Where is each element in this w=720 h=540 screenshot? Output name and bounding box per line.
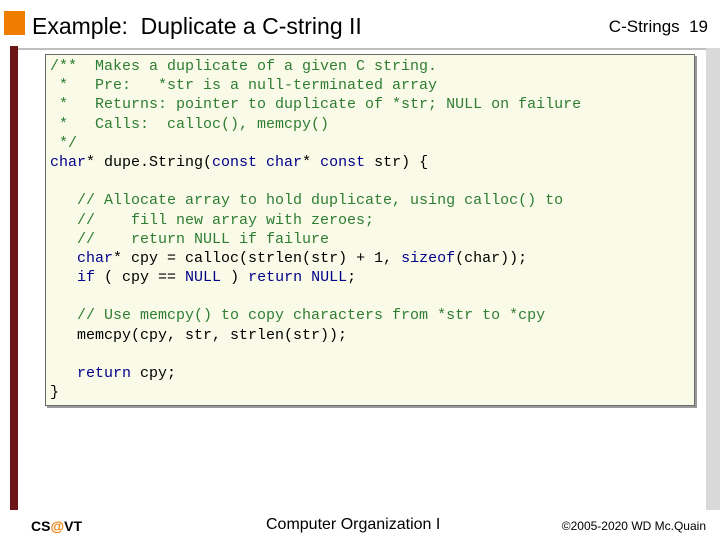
- code-token: /** Makes a duplicate of a given C strin…: [50, 58, 438, 75]
- code-listing: /** Makes a duplicate of a given C strin…: [50, 57, 581, 402]
- footer-logo-vt: VT: [64, 518, 82, 534]
- code-token: // return NULL if failure: [50, 230, 330, 248]
- code-listing-box: /** Makes a duplicate of a given C strin…: [45, 54, 695, 406]
- code-token: ( cpy ==: [95, 269, 186, 287]
- code-token: return NULL: [248, 269, 348, 287]
- code-token: * cpy = calloc(strlen(str) + 1,: [113, 249, 402, 267]
- code-token: ): [221, 269, 249, 287]
- code-token: // Allocate array to hold duplicate, usi…: [50, 192, 564, 210]
- header-divider: [18, 48, 706, 50]
- code-line: // fill new array with zeroes;: [50, 211, 581, 230]
- code-token: */: [50, 134, 78, 152]
- code-line: char* dupe.String(const char* const str)…: [50, 153, 581, 172]
- code-line: }: [50, 383, 581, 402]
- code-line: memcpy(cpy, str, strlen(str));: [50, 326, 581, 345]
- code-token: ;: [347, 269, 357, 287]
- code-token: sizeof: [401, 249, 456, 267]
- code-token: return: [77, 365, 132, 382]
- code-line: // Allocate array to hold duplicate, usi…: [50, 191, 581, 210]
- code-token: // Use memcpy() to copy characters from …: [50, 307, 546, 325]
- code-token: (char));: [455, 249, 528, 267]
- footer-logo-cs: CS: [31, 518, 51, 534]
- code-token: // fill new array with zeroes;: [50, 211, 375, 229]
- code-token: char: [50, 153, 87, 171]
- code-token: char: [77, 249, 114, 267]
- code-line: /** Makes a duplicate of a given C strin…: [50, 57, 581, 76]
- code-line: */: [50, 134, 581, 153]
- footer-course-title: Computer Organization I: [266, 516, 441, 533]
- code-token: * dupe.String(: [86, 153, 213, 171]
- footer-copyright: ©2005-2020 WD Mc.Quain: [561, 519, 706, 533]
- right-shade-bar: [706, 48, 720, 510]
- code-token: * Returns: pointer to duplicate of *str;…: [50, 96, 582, 114]
- code-token: if: [77, 269, 96, 287]
- code-line: * Returns: pointer to duplicate of *str;…: [50, 95, 581, 114]
- code-line: return cpy;: [50, 364, 581, 383]
- code-token: cpy;: [131, 365, 177, 382]
- section-label: C-Strings 19: [608, 17, 708, 36]
- slide-title: Example: Duplicate a C-string II: [32, 13, 362, 39]
- code-token: }: [50, 384, 60, 402]
- code-token: memcpy(cpy, str, strlen(str));: [50, 326, 348, 344]
- code-token: const char: [212, 153, 303, 171]
- left-accent-bar: [10, 46, 18, 510]
- code-line: * Calls: calloc(), memcpy(): [50, 115, 581, 134]
- code-line: char* cpy = calloc(strlen(str) + 1, size…: [50, 249, 581, 268]
- code-token: * Pre: *str is a null-terminated array: [50, 77, 438, 95]
- footer-course-logo: CS@VT: [31, 518, 82, 534]
- footer-logo-at: @: [50, 518, 65, 534]
- code-line: // return NULL if failure: [50, 230, 581, 249]
- code-token: const: [320, 153, 366, 171]
- title-accent-square: [4, 11, 25, 35]
- code-line: if ( cpy == NULL ) return NULL;: [50, 268, 581, 287]
- code-token: str) {: [365, 153, 429, 171]
- code-line: // Use memcpy() to copy characters from …: [50, 306, 581, 325]
- code-token: NULL: [185, 269, 222, 287]
- code-token: *: [302, 153, 321, 171]
- code-line: * Pre: *str is a null-terminated array: [50, 76, 581, 95]
- code-token: * Calls: calloc(), memcpy(): [50, 115, 330, 133]
